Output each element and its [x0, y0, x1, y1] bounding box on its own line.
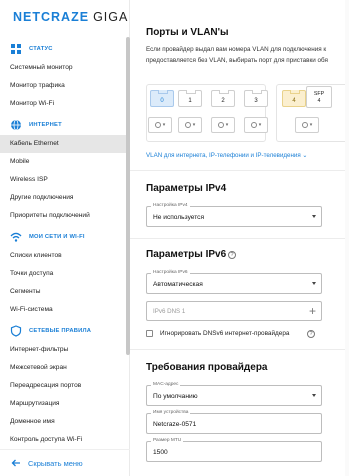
port-0-mode-dropdown[interactable]: ▾ — [148, 117, 172, 133]
shield-icon — [10, 325, 22, 337]
chevron-down-icon: ⌄ — [302, 152, 308, 159]
vlan-link-label: VLAN для интернета, IP-телефонии и IP-те… — [146, 152, 301, 159]
sidebar-item-wifi-system[interactable]: Wi-Fi-система — [0, 301, 126, 319]
divider — [130, 238, 349, 239]
ipv6-title: Параметры IPv6 — [146, 249, 227, 260]
divider — [130, 170, 349, 171]
sidebar-item-system-monitor[interactable]: Системный монитор — [0, 59, 126, 77]
ipv6-setting-label: Настройка IPv6 — [151, 270, 190, 275]
section-network-rules[interactable]: СЕТЕВЫЕ ПРАВИЛА — [0, 321, 126, 341]
device-name-label: Имя устройства — [151, 410, 191, 415]
sidebar-item-domain-name[interactable]: Доменное имя — [0, 413, 126, 431]
ignore-dnsv6-checkbox[interactable] — [146, 330, 153, 337]
ipv4-title: Параметры IPv4 — [146, 183, 227, 194]
globe-icon — [154, 122, 161, 128]
circle-icon — [301, 122, 308, 128]
section-internet[interactable]: ИНТЕРНЕТ — [0, 115, 126, 135]
divider — [130, 349, 349, 350]
sidebar-nav: СТАТУС Системный монитор Монитор трафика… — [0, 37, 126, 445]
sidebar-item-wifi-access-control[interactable]: Контроль доступа Wi-Fi — [0, 431, 126, 445]
mtu-field[interactable]: Размер MTU 1500 — [146, 438, 322, 462]
section-status[interactable]: СТАТУС — [0, 39, 126, 59]
brand-name: NETCRAZE — [13, 10, 90, 24]
mtu-value: 1500 — [153, 449, 168, 456]
arrow-left-icon — [11, 459, 20, 467]
sidebar-item-mobile[interactable]: Mobile — [0, 153, 126, 171]
port-1[interactable]: 1 — [178, 90, 202, 107]
device-name-value: Netcraze-0571 — [153, 421, 197, 428]
port-1-mode-dropdown[interactable]: ▾ — [178, 117, 202, 133]
ports-description-line1: Если провайдер выдал вам номера VLAN для… — [146, 46, 327, 53]
port-2[interactable]: 2 — [211, 90, 235, 107]
circle-icon — [217, 122, 224, 128]
ipv4-setting-value: Не используется — [153, 214, 205, 221]
ipv6-setting-select[interactable]: Настройка IPv6 Автоматическая — [146, 270, 322, 294]
ipv6-dns-placeholder: IPv6 DNS 1 — [153, 308, 186, 315]
circle-icon — [250, 122, 257, 128]
device-name-field[interactable]: Имя устройства Netcraze-0571 — [146, 410, 322, 434]
section-title: СЕТЕВЫЕ ПРАВИЛА — [29, 328, 92, 334]
port-0[interactable]: 0 — [150, 90, 174, 107]
sidebar-item-traffic-monitor[interactable]: Монитор трафика — [0, 77, 126, 95]
brand-model: GIGA — [93, 10, 129, 24]
sidebar-item-other-connections[interactable]: Другие подключения — [0, 189, 126, 207]
port-3-mode-dropdown[interactable]: ▾ — [244, 117, 268, 133]
sidebar-item-internet-filters[interactable]: Интернет-фильтры — [0, 341, 126, 359]
port-3[interactable]: 3 — [244, 90, 268, 107]
sidebar-item-segments[interactable]: Сегменты — [0, 283, 126, 301]
globe-icon — [10, 119, 22, 131]
ipv4-setting-select[interactable]: Настройка IPv4 Не используется — [146, 203, 322, 227]
help-icon[interactable]: ? — [228, 251, 236, 259]
sfp-port[interactable]: SFP 4 — [306, 86, 332, 108]
content-scrollbar[interactable] — [345, 0, 349, 476]
sidebar-item-ethernet[interactable]: Кабель Ethernet — [0, 135, 126, 153]
sidebar-item-firewall[interactable]: Межсетевой экран — [0, 359, 126, 377]
mac-address-value: По умолчанию — [153, 393, 198, 400]
section-title: ИНТЕРНЕТ — [29, 122, 62, 128]
port-2-mode-dropdown[interactable]: ▾ — [211, 117, 235, 133]
sfp-number: 4 — [317, 98, 321, 104]
mac-address-label: MAC-адрес — [151, 382, 181, 387]
port-4[interactable]: 4 — [282, 90, 306, 107]
hide-menu-button[interactable]: Скрывать меню — [0, 449, 130, 476]
ports-title: Порты и VLAN'ы — [146, 27, 229, 38]
sidebar-item-wifi-monitor[interactable]: Монитор Wi-Fi — [0, 95, 126, 113]
chevron-down-icon — [312, 394, 316, 397]
ipv6-setting-value: Автоматическая — [153, 281, 203, 288]
dashboard-icon — [10, 43, 22, 55]
brand-logo[interactable]: NETCRAZE GIGA — [13, 10, 128, 24]
sidebar-item-port-forwarding[interactable]: Переадресация портов — [0, 377, 126, 395]
ignore-dnsv6-label: Игнорировать DNSv6 интернет-провайдера — [160, 330, 290, 337]
sidebar-item-client-lists[interactable]: Списки клиентов — [0, 247, 126, 265]
help-icon[interactable]: ? — [307, 330, 315, 338]
section-my-networks[interactable]: МОИ СЕТИ И WI-FI — [0, 227, 126, 247]
sfp-label: SFP — [313, 91, 325, 97]
sidebar-item-wisp[interactable]: Wireless ISP — [0, 171, 126, 189]
main-content: Порты и VLAN'ы Если провайдер выдал вам … — [130, 0, 349, 476]
sidebar-item-routing[interactable]: Маршрутизация — [0, 395, 126, 413]
plus-icon[interactable]: + — [309, 304, 316, 318]
app-window: NETCRAZE GIGA СТАТУС Системный монитор Мо… — [0, 0, 349, 476]
vlan-link[interactable]: VLAN для интернета, IP-телефонии и IP-те… — [146, 152, 308, 159]
sidebar: NETCRAZE GIGA СТАТУС Системный монитор Мо… — [0, 0, 130, 476]
sidebar-item-connection-priorities[interactable]: Приоритеты подключений — [0, 207, 126, 225]
ports-description-line2: предоставляется без VLAN, выбирать порт … — [146, 57, 328, 64]
ipv6-dns-input[interactable]: IPv6 DNS 1 + — [146, 301, 322, 321]
section-title: МОИ СЕТИ И WI-FI — [29, 234, 85, 240]
chevron-down-icon — [312, 282, 316, 285]
circle-icon — [184, 122, 191, 128]
section-title: СТАТУС — [29, 46, 53, 52]
sidebar-item-access-points[interactable]: Точки доступа — [0, 265, 126, 283]
provider-title: Требования провайдера — [146, 362, 268, 373]
mtu-label: Размер MTU — [151, 438, 184, 443]
chevron-down-icon — [312, 215, 316, 218]
ipv4-setting-label: Настройка IPv4 — [151, 203, 190, 208]
port-4-mode-dropdown[interactable]: ▾ — [295, 117, 319, 133]
mac-address-select[interactable]: MAC-адрес По умолчанию — [146, 382, 322, 406]
hide-menu-label: Скрывать меню — [28, 458, 83, 468]
wifi-icon — [10, 231, 22, 243]
